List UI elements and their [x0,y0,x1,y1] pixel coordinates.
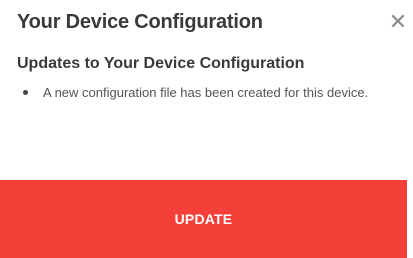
dialog-title: Your Device Configuration [17,11,263,33]
close-icon[interactable]: ✕ [388,10,408,34]
message-item: A new configuration file has been create… [17,84,389,102]
message-text: A new configuration file has been create… [43,85,369,100]
section-heading: Updates to Your Device Configuration [17,55,305,72]
device-configuration-dialog: Your Device Configuration ✕ Updates to Y… [0,0,413,258]
message-list: A new configuration file has been create… [17,84,389,102]
update-button[interactable]: UPDATE [0,180,407,258]
bullet-icon [23,90,28,95]
